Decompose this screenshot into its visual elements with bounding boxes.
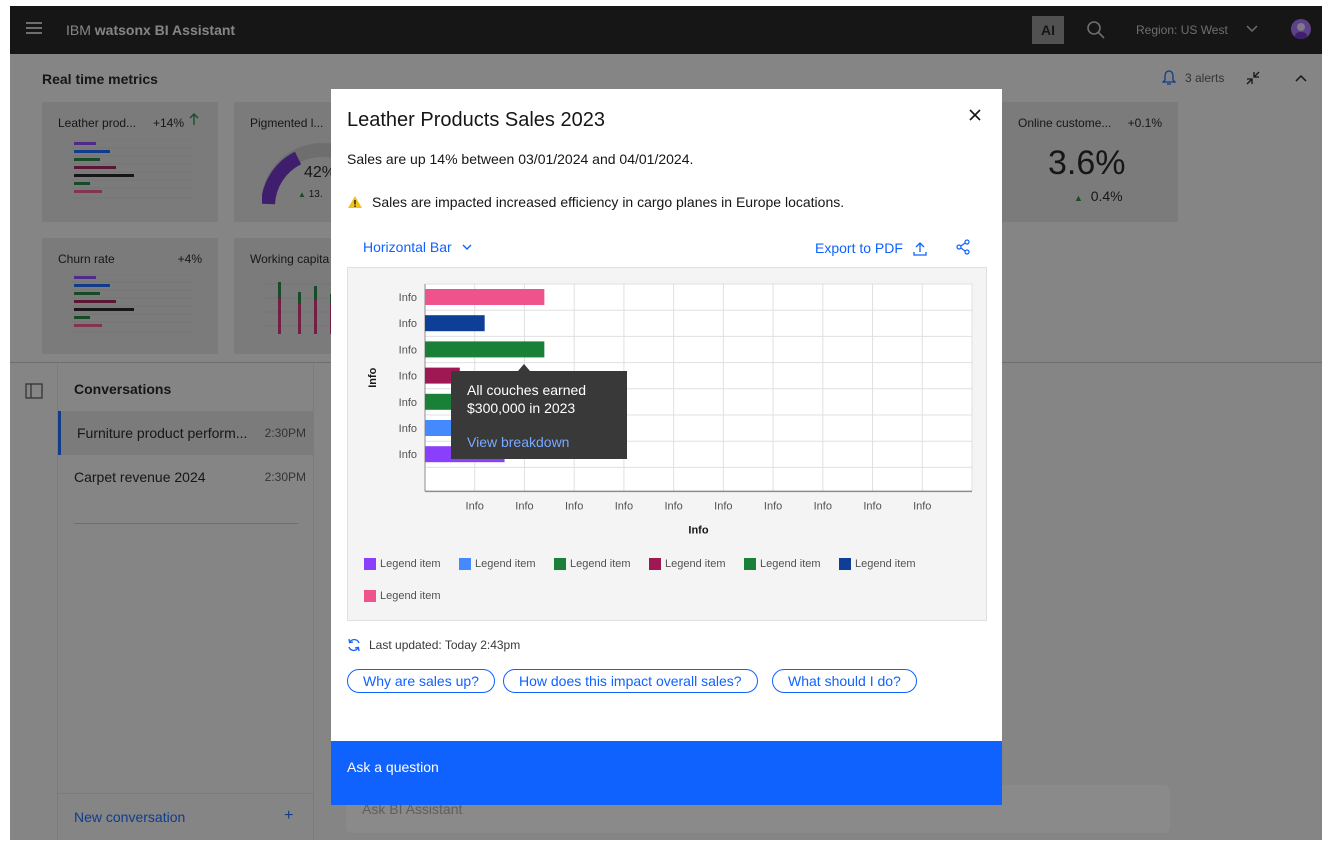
chart-type-label: Horizontal Bar: [363, 239, 452, 255]
y-tick-label: Info: [399, 371, 417, 383]
y-tick-label: Info: [399, 423, 417, 435]
modal-title: Leather Products Sales 2023: [347, 109, 605, 131]
x-tick-label: Info: [764, 500, 782, 512]
legend-item[interactable]: Legend item: [459, 558, 536, 570]
last-updated: Last updated: Today 2:43pm: [347, 638, 520, 652]
legend-label: Legend item: [570, 558, 631, 570]
ask-question-bar[interactable]: Ask a question: [331, 741, 1002, 805]
modal-summary: Sales are up 14% between 03/01/2024 and …: [347, 151, 694, 167]
suggestion-chip[interactable]: How does this impact overall sales?: [503, 669, 758, 693]
x-tick-label: Info: [814, 500, 832, 512]
ask-question-label: Ask a question: [347, 759, 439, 775]
close-icon[interactable]: [967, 107, 983, 123]
upload-icon: [913, 241, 927, 256]
x-tick-label: Info: [913, 500, 931, 512]
legend-label: Legend item: [475, 558, 536, 570]
y-tick-label: Info: [399, 397, 417, 409]
y-tick-label: Info: [399, 449, 417, 461]
legend-swatch: [839, 558, 851, 570]
chart-tooltip: All couches earned $300,000 in 2023 View…: [451, 371, 627, 459]
legend-label: Legend item: [380, 590, 441, 602]
view-breakdown-link[interactable]: View breakdown: [467, 434, 569, 450]
y-tick-label: Info: [399, 292, 417, 304]
legend-label: Legend item: [380, 558, 441, 570]
legend-item[interactable]: Legend item: [364, 558, 441, 570]
chevron-down-icon: [462, 244, 472, 250]
legend-swatch: [364, 590, 376, 602]
x-tick-label: Info: [863, 500, 881, 512]
tooltip-text: All couches earned $300,000 in 2023: [467, 382, 587, 416]
chart-modal: Leather Products Sales 2023 Sales are up…: [331, 89, 1002, 805]
x-tick-label: Info: [664, 500, 682, 512]
legend-item[interactable]: Legend item: [364, 590, 441, 602]
x-tick-label: Info: [615, 500, 633, 512]
x-tick-label: Info: [565, 500, 583, 512]
legend-swatch: [744, 558, 756, 570]
x-tick-label: Info: [714, 500, 732, 512]
x-axis-title: Info: [688, 524, 708, 536]
chart-type-dropdown[interactable]: Horizontal Bar: [363, 239, 472, 255]
export-pdf-button[interactable]: Export to PDF: [815, 240, 927, 256]
legend-swatch: [364, 558, 376, 570]
last-updated-text: Last updated: Today 2:43pm: [369, 638, 521, 652]
legend-item[interactable]: Legend item: [839, 558, 916, 570]
suggestion-chip[interactable]: Why are sales up?: [347, 669, 495, 693]
y-axis-title: Info: [367, 367, 379, 387]
bar: [425, 341, 545, 358]
chart-container: Info Info Info Info Info Info Info Info Info Info…: [347, 267, 987, 621]
bar: [425, 315, 485, 332]
warning-text: Sales are impacted increased efficiency …: [372, 194, 845, 210]
refresh-icon[interactable]: [347, 638, 361, 652]
bar: [425, 289, 545, 305]
legend-item[interactable]: Legend item: [744, 558, 821, 570]
legend-label: Legend item: [760, 558, 821, 570]
warning-icon: [348, 196, 362, 208]
share-icon[interactable]: [955, 239, 971, 255]
legend-item[interactable]: Legend item: [649, 558, 726, 570]
y-tick-label: Info: [399, 344, 417, 356]
legend-item[interactable]: Legend item: [554, 558, 631, 570]
legend-swatch: [649, 558, 661, 570]
export-label: Export to PDF: [815, 240, 903, 256]
x-tick-label: Info: [515, 500, 533, 512]
warning-notice: Sales are impacted increased efficiency …: [347, 194, 844, 210]
legend-label: Legend item: [665, 558, 726, 570]
tooltip-caret: [518, 364, 530, 371]
legend-label: Legend item: [855, 558, 916, 570]
suggestion-chip[interactable]: What should I do?: [772, 669, 917, 693]
y-tick-label: Info: [399, 318, 417, 330]
x-tick-label: Info: [466, 500, 484, 512]
legend-swatch: [459, 558, 471, 570]
legend-swatch: [554, 558, 566, 570]
